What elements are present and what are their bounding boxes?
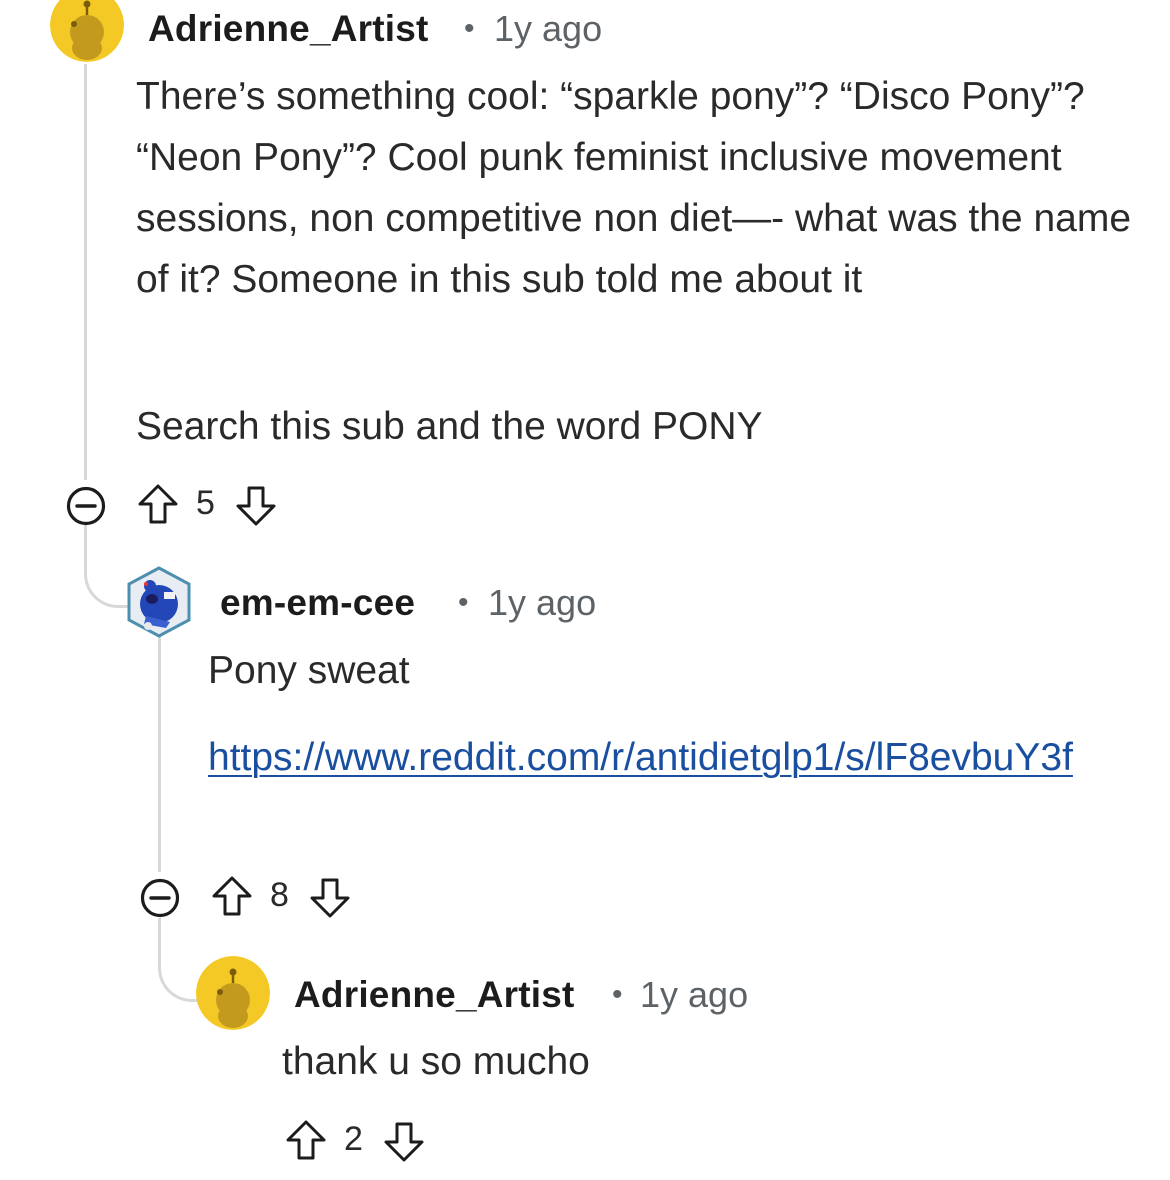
vote-score: 5 bbox=[196, 484, 215, 522]
downvote-arrow-icon bbox=[384, 1122, 424, 1162]
thread-line bbox=[158, 918, 161, 954]
comment-timestamp: 1y ago bbox=[488, 582, 597, 623]
collapse-thread-button[interactable] bbox=[140, 878, 180, 918]
meta-separator: • bbox=[612, 978, 623, 1011]
snoo-avatar-icon bbox=[196, 956, 270, 1030]
downvote-arrow-icon bbox=[236, 486, 276, 526]
downvote-arrow-icon bbox=[310, 878, 350, 918]
comment-author[interactable]: Adrienne_Artist bbox=[294, 974, 575, 1016]
thread-connector bbox=[84, 560, 128, 608]
comment-thread: Adrienne_Artist • 1y ago There’s somethi… bbox=[0, 0, 1170, 1180]
comment-body: Pony sweat bbox=[208, 649, 410, 692]
upvote-button[interactable] bbox=[136, 482, 180, 526]
comment-body: thank u so mucho bbox=[282, 1040, 590, 1083]
comment-timestamp: 1y ago bbox=[494, 8, 603, 49]
comment-link[interactable]: https://www.reddit.com/r/antidietglp1/s/… bbox=[208, 736, 1073, 779]
upvote-arrow-icon bbox=[138, 484, 178, 524]
collapse-thread-button[interactable] bbox=[66, 486, 106, 526]
snoo-avatar-icon bbox=[50, 0, 124, 62]
upvote-button[interactable] bbox=[284, 1118, 328, 1162]
upvote-button[interactable] bbox=[210, 874, 254, 918]
comment-body: Search this sub and the word PONY bbox=[136, 405, 763, 448]
vote-score: 2 bbox=[344, 1120, 363, 1158]
avatar[interactable] bbox=[50, 0, 124, 62]
comment-author[interactable]: Adrienne_Artist bbox=[148, 8, 429, 50]
comment-body: There’s something cool: “sparkle pony”? … bbox=[136, 75, 1132, 301]
comment-timestamp: 1y ago bbox=[640, 974, 749, 1015]
vote-score: 8 bbox=[270, 876, 289, 914]
thread-line bbox=[84, 524, 87, 560]
thread-connector bbox=[158, 954, 200, 1002]
minus-circle-icon bbox=[66, 486, 106, 526]
minus-circle-icon bbox=[140, 878, 180, 918]
thread-line bbox=[84, 64, 87, 480]
downvote-button[interactable] bbox=[234, 484, 278, 528]
upvote-arrow-icon bbox=[286, 1120, 326, 1160]
custom-avatar-icon bbox=[127, 566, 191, 638]
thread-line bbox=[158, 636, 161, 872]
meta-separator: • bbox=[458, 586, 469, 619]
downvote-button[interactable] bbox=[382, 1120, 426, 1164]
meta-separator: • bbox=[464, 12, 475, 45]
comment-link-paragraph: https://www.reddit.com/r/antidietglp1/s/… bbox=[208, 727, 1138, 788]
avatar[interactable] bbox=[196, 956, 270, 1030]
avatar[interactable] bbox=[126, 566, 192, 638]
downvote-button[interactable] bbox=[308, 876, 352, 920]
comment-author[interactable]: em-em-cee bbox=[220, 582, 415, 624]
upvote-arrow-icon bbox=[212, 876, 252, 916]
